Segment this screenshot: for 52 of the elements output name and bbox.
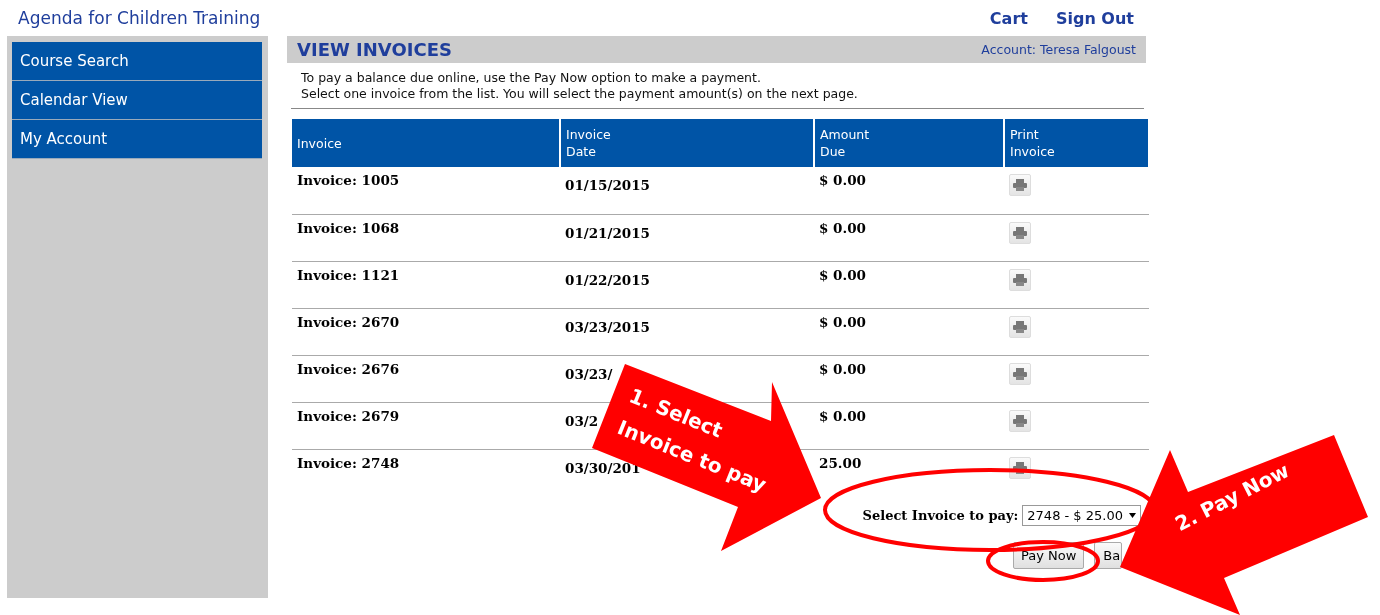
amount-due: $ 0.00 <box>819 360 866 377</box>
invoice-date: 03/2 <box>565 412 599 429</box>
amount-due: $ 0.00 <box>819 313 866 330</box>
print-button[interactable] <box>1009 362 1031 385</box>
print-button[interactable] <box>1009 409 1031 432</box>
invoice-number: Invoice: 1005 <box>297 172 400 188</box>
printer-icon <box>1013 273 1027 286</box>
invoice-number: Invoice: 2670 <box>297 313 400 330</box>
printer-icon <box>1013 414 1027 427</box>
amount-due: $ 0.00 <box>819 219 866 236</box>
instruction-text: To pay a balance due online, use the Pay Now option to make a payment. <box>301 70 762 86</box>
invoice-number: Invoice: 1121 <box>297 266 400 283</box>
print-button[interactable] <box>1009 174 1031 196</box>
invoice-date: 03/23/2015 <box>565 318 650 335</box>
amount-due: 25.00 <box>819 454 862 471</box>
printer-icon <box>1013 226 1027 239</box>
print-button[interactable] <box>1009 221 1031 244</box>
select-label: Select Invoice to pay: <box>862 508 1019 523</box>
sidebar-item[interactable]: Course Search <box>12 42 262 81</box>
invoice-date: 01/21/2015 <box>565 224 650 241</box>
account-name: Account: Teresa Falgoust <box>981 42 1136 57</box>
invoice-date: 03/23/ <box>565 365 613 382</box>
column-header: Print Invoice <box>1004 119 1149 167</box>
print-button[interactable] <box>1009 315 1031 338</box>
annotation-label: 2. Pay Now <box>1171 458 1293 536</box>
amount-due: $ 0.00 <box>819 266 866 283</box>
printer-icon <box>1013 461 1027 474</box>
invoice-number: Invoice: 2748 <box>297 454 400 471</box>
site-title: Agenda for Children Training <box>18 8 261 28</box>
caret-icon <box>1129 513 1136 518</box>
printer-icon <box>1013 367 1027 380</box>
amount-due: $ 0.00 <box>819 172 866 188</box>
column-header: Invoice Date <box>560 119 814 167</box>
print-button[interactable] <box>1009 268 1031 291</box>
invoice-number: Invoice: 1068 <box>297 219 400 236</box>
sidebar-item[interactable]: My Account <box>12 120 262 159</box>
invoice-number: Invoice: 2679 <box>297 407 400 424</box>
printer-icon <box>1013 179 1027 191</box>
amount-due: $ 0.00 <box>819 407 866 424</box>
sidebar-item[interactable]: Calendar View <box>12 81 262 120</box>
column-header: Amount Due <box>814 119 1004 167</box>
instruction-text: Select one invoice from the list. You will select the payment amount(s) on the next page. <box>301 86 859 102</box>
invoice-dropdown[interactable]: 2748 - $ 25.00 <box>1022 505 1141 526</box>
header-link[interactable]: Cart <box>989 8 1028 28</box>
printer-icon <box>1013 320 1027 333</box>
column-header: Invoice <box>292 119 560 167</box>
invoice-date: 01/22/2015 <box>565 271 650 288</box>
header-link[interactable]: Sign Out <box>1055 8 1134 28</box>
page-title: VIEW INVOICES <box>297 39 452 60</box>
invoice-number: Invoice: 2676 <box>297 360 400 377</box>
invoice-date: 01/15/2015 <box>565 177 650 193</box>
invoice-date: 03/30/201 <box>565 459 641 476</box>
